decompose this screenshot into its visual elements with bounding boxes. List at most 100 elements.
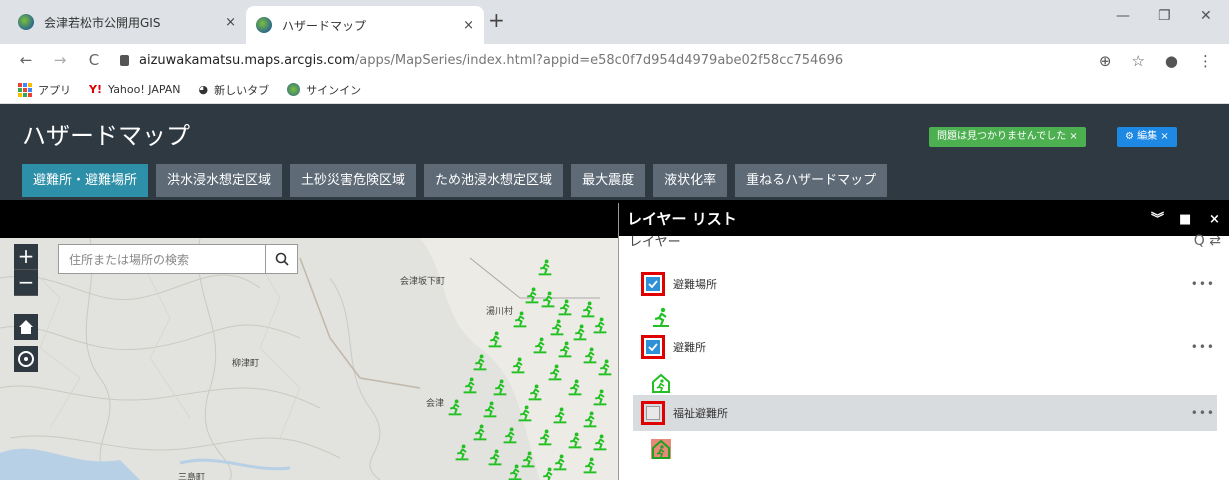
- reload-icon[interactable]: C: [86, 51, 102, 69]
- map-view[interactable]: + − 住所または場所の検索 会津坂下町 湯川村 柳津町 三島町 会津: [0, 238, 620, 480]
- layer-row-evacuation-site[interactable]: 避難場所 •••: [633, 266, 1217, 302]
- evacuation-site-marker-icon[interactable]: [568, 432, 582, 449]
- browser-tab-hazard-map[interactable]: ハザードマップ ×: [246, 6, 484, 44]
- evacuation-site-marker-icon[interactable]: [463, 377, 477, 394]
- tab-overlay-hazard[interactable]: 重ねるハザードマップ: [735, 164, 888, 197]
- bookmark-yahoo[interactable]: Y! Yahoo! JAPAN: [89, 83, 181, 96]
- evacuation-site-marker-icon[interactable]: [503, 427, 517, 444]
- collapse-icon[interactable]: ︾: [1151, 203, 1164, 236]
- evacuation-site-marker-icon[interactable]: [528, 384, 542, 401]
- more-options-icon[interactable]: •••: [1191, 406, 1215, 420]
- evacuation-site-marker-icon[interactable]: [550, 319, 564, 336]
- layer-checkbox-highlight: [641, 401, 665, 425]
- evacuation-site-marker-icon[interactable]: [533, 337, 547, 354]
- tab-flood[interactable]: 洪水浸水想定区域: [156, 164, 283, 197]
- evacuation-site-marker-icon[interactable]: [573, 324, 587, 341]
- evacuation-site-marker-icon[interactable]: [521, 451, 535, 468]
- apps-grid-icon: [18, 82, 32, 97]
- evacuation-site-marker-icon[interactable]: [483, 401, 497, 418]
- evacuation-site-marker-icon[interactable]: [508, 464, 522, 480]
- tab-landslide[interactable]: 土砂災害危険区域: [290, 164, 417, 197]
- translate-icon[interactable]: ⊕: [1099, 52, 1112, 70]
- evacuation-site-marker-icon[interactable]: [493, 379, 507, 396]
- url-path: /apps/MapSeries/index.html?appid=e58c0f7…: [354, 52, 844, 68]
- evacuation-site-marker-icon[interactable]: [598, 359, 612, 376]
- evacuation-site-marker-icon[interactable]: [583, 347, 597, 364]
- evacuation-site-marker-icon[interactable]: [581, 301, 595, 318]
- evacuation-site-marker-icon[interactable]: [541, 291, 555, 308]
- evacuation-site-marker-icon[interactable]: [593, 434, 607, 451]
- bookmark-label: Yahoo! JAPAN: [107, 83, 181, 96]
- bookmark-signin[interactable]: サインイン: [287, 82, 361, 98]
- layer-checkbox[interactable]: [646, 340, 660, 354]
- evacuation-site-marker-icon[interactable]: [548, 364, 562, 381]
- layer-row-shelter[interactable]: 避難所 •••: [633, 329, 1217, 365]
- tab-title: 会津若松市公開用GIS: [44, 15, 161, 30]
- evacuation-site-marker-icon[interactable]: [488, 331, 502, 348]
- evacuation-site-marker-icon[interactable]: [473, 354, 487, 371]
- lock-icon: [120, 54, 129, 66]
- evacuation-site-marker-icon[interactable]: [448, 399, 462, 416]
- close-icon[interactable]: ×: [1209, 203, 1220, 236]
- filter-icon[interactable]: Q ⇄: [1194, 234, 1221, 248]
- page-title: ハザードマップ: [22, 122, 190, 150]
- tab-liquefaction[interactable]: 液状化率: [653, 164, 728, 197]
- layer-checkbox[interactable]: [646, 406, 660, 420]
- evacuation-site-marker-icon[interactable]: [473, 424, 487, 441]
- evacuation-site-marker-icon[interactable]: [568, 379, 582, 396]
- browser-tab-gis[interactable]: 会津若松市公開用GIS ×: [8, 6, 246, 38]
- kebab-menu-icon[interactable]: ⋮: [1198, 52, 1213, 70]
- bookmark-new-tab[interactable]: ◕ 新しいタブ: [199, 82, 270, 98]
- evacuation-site-marker-icon[interactable]: [553, 454, 567, 471]
- edit-button[interactable]: ⚙ 編集 ×: [1117, 127, 1177, 147]
- status-badge[interactable]: 問題は見つかりませんでした ×: [929, 127, 1086, 147]
- evacuation-site-marker-icon[interactable]: [488, 449, 502, 466]
- app-header: ハザードマップ 問題は見つかりませんでした × ⚙ 編集 × 避難所・避難場所 …: [0, 104, 1229, 200]
- window-close-button[interactable]: ✕: [1200, 8, 1212, 24]
- site-favicon-icon: [18, 14, 34, 30]
- evacuation-site-marker-icon[interactable]: [558, 341, 572, 358]
- evacuation-site-marker-icon[interactable]: [513, 311, 527, 328]
- evacuation-site-marker-icon[interactable]: [583, 411, 597, 428]
- evacuation-site-marker-icon[interactable]: [593, 389, 607, 406]
- back-icon[interactable]: ←: [18, 51, 34, 69]
- star-icon[interactable]: ☆: [1131, 52, 1144, 70]
- checkmark-icon: [648, 343, 658, 351]
- tab-close-icon[interactable]: ×: [463, 18, 474, 33]
- tab-max-seismic[interactable]: 最大震度: [571, 164, 646, 197]
- more-options-icon[interactable]: •••: [1191, 340, 1215, 354]
- evacuation-site-marker-icon[interactable]: [525, 287, 539, 304]
- evacuation-site-marker-icon[interactable]: [455, 444, 469, 461]
- panel-title: レイヤー リスト: [627, 210, 737, 228]
- bookmark-label: アプリ: [38, 83, 71, 97]
- more-options-icon[interactable]: •••: [1191, 277, 1215, 291]
- bookmarks-bar: アプリ Y! Yahoo! JAPAN ◕ 新しいタブ サインイン: [0, 76, 1229, 104]
- layer-list-panel: レイヤー リスト ︾ ■ × レイヤー Q ⇄ 避難場所 ••• 避難所 •••: [618, 203, 1229, 480]
- browser-tab-strip: 会津若松市公開用GIS × ハザードマップ × + — ❐ ✕: [0, 0, 1229, 44]
- evacuation-site-marker-icon[interactable]: [511, 357, 525, 374]
- evacuation-site-marker-icon[interactable]: [558, 299, 572, 316]
- layer-row-welfare-shelter[interactable]: 福祉避難所 •••: [633, 395, 1217, 431]
- evacuation-site-marker-icon[interactable]: [518, 405, 532, 422]
- evacuation-site-marker-icon[interactable]: [593, 317, 607, 334]
- running-person-legend-icon: [653, 307, 669, 327]
- evacuation-site-marker-icon[interactable]: [538, 429, 552, 446]
- bookmark-apps[interactable]: アプリ: [18, 82, 71, 98]
- evacuation-site-marker-icon[interactable]: [583, 457, 597, 474]
- tab-close-icon[interactable]: ×: [225, 15, 236, 30]
- maximize-icon[interactable]: ■: [1179, 203, 1191, 236]
- account-icon[interactable]: ●: [1165, 52, 1178, 70]
- map-series-tabs: 避難所・避難場所 洪水浸水想定区域 土砂災害危険区域 ため池浸水想定区域 最大震…: [22, 164, 888, 197]
- tab-shelters[interactable]: 避難所・避難場所: [22, 164, 149, 197]
- new-tab-button[interactable]: +: [488, 8, 505, 32]
- tab-pond-flood[interactable]: ため池浸水想定区域: [424, 164, 564, 197]
- evacuation-site-marker-icon[interactable]: [538, 259, 552, 276]
- shelter-house-legend-icon: [652, 373, 670, 393]
- evacuation-site-marker-icon[interactable]: [553, 407, 567, 424]
- restore-button[interactable]: ❐: [1158, 8, 1171, 24]
- minimize-button[interactable]: —: [1116, 8, 1130, 24]
- layer-checkbox[interactable]: [646, 277, 660, 291]
- url-field[interactable]: aizuwakamatsu.maps.arcgis.com /apps/MapS…: [120, 53, 843, 68]
- forward-icon[interactable]: →: [52, 51, 68, 69]
- evacuation-site-marker-icon[interactable]: [542, 467, 555, 480]
